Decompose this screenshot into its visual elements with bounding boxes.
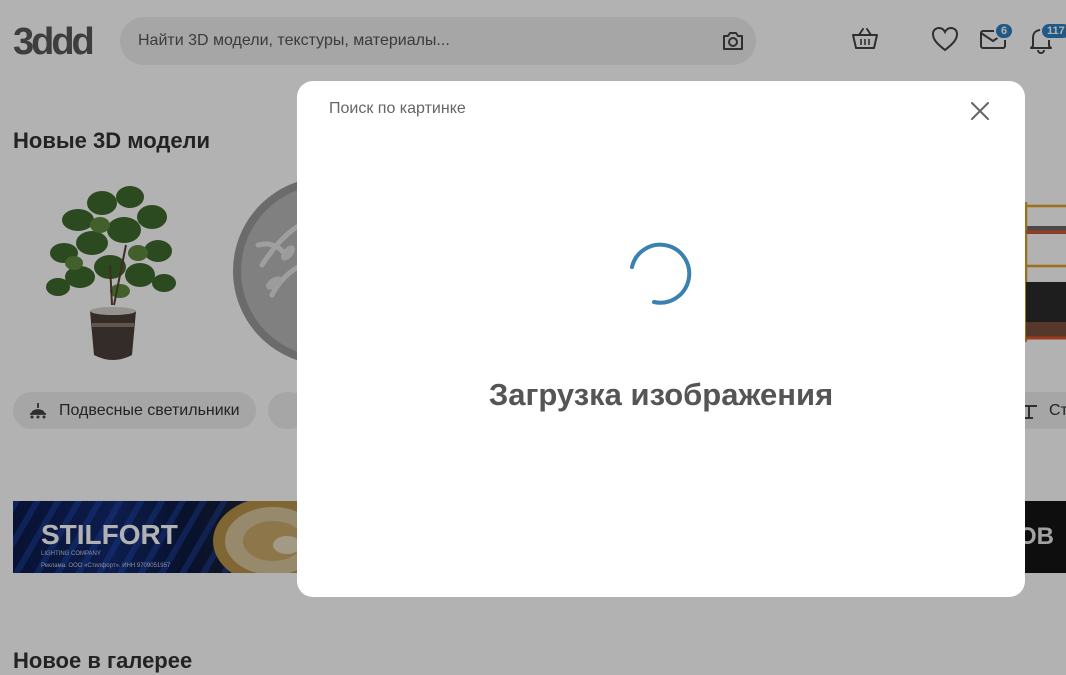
loading-text: Загрузка изображения <box>488 377 834 412</box>
close-icon[interactable] <box>969 100 991 122</box>
image-search-modal: Поиск по картинке Загрузка изображения <box>297 81 1025 597</box>
loading-spinner-icon <box>627 241 693 307</box>
modal-title: Поиск по картинке <box>329 100 466 117</box>
page: 3ddd Найти 3D модели, текстуры, материал… <box>0 0 1066 675</box>
